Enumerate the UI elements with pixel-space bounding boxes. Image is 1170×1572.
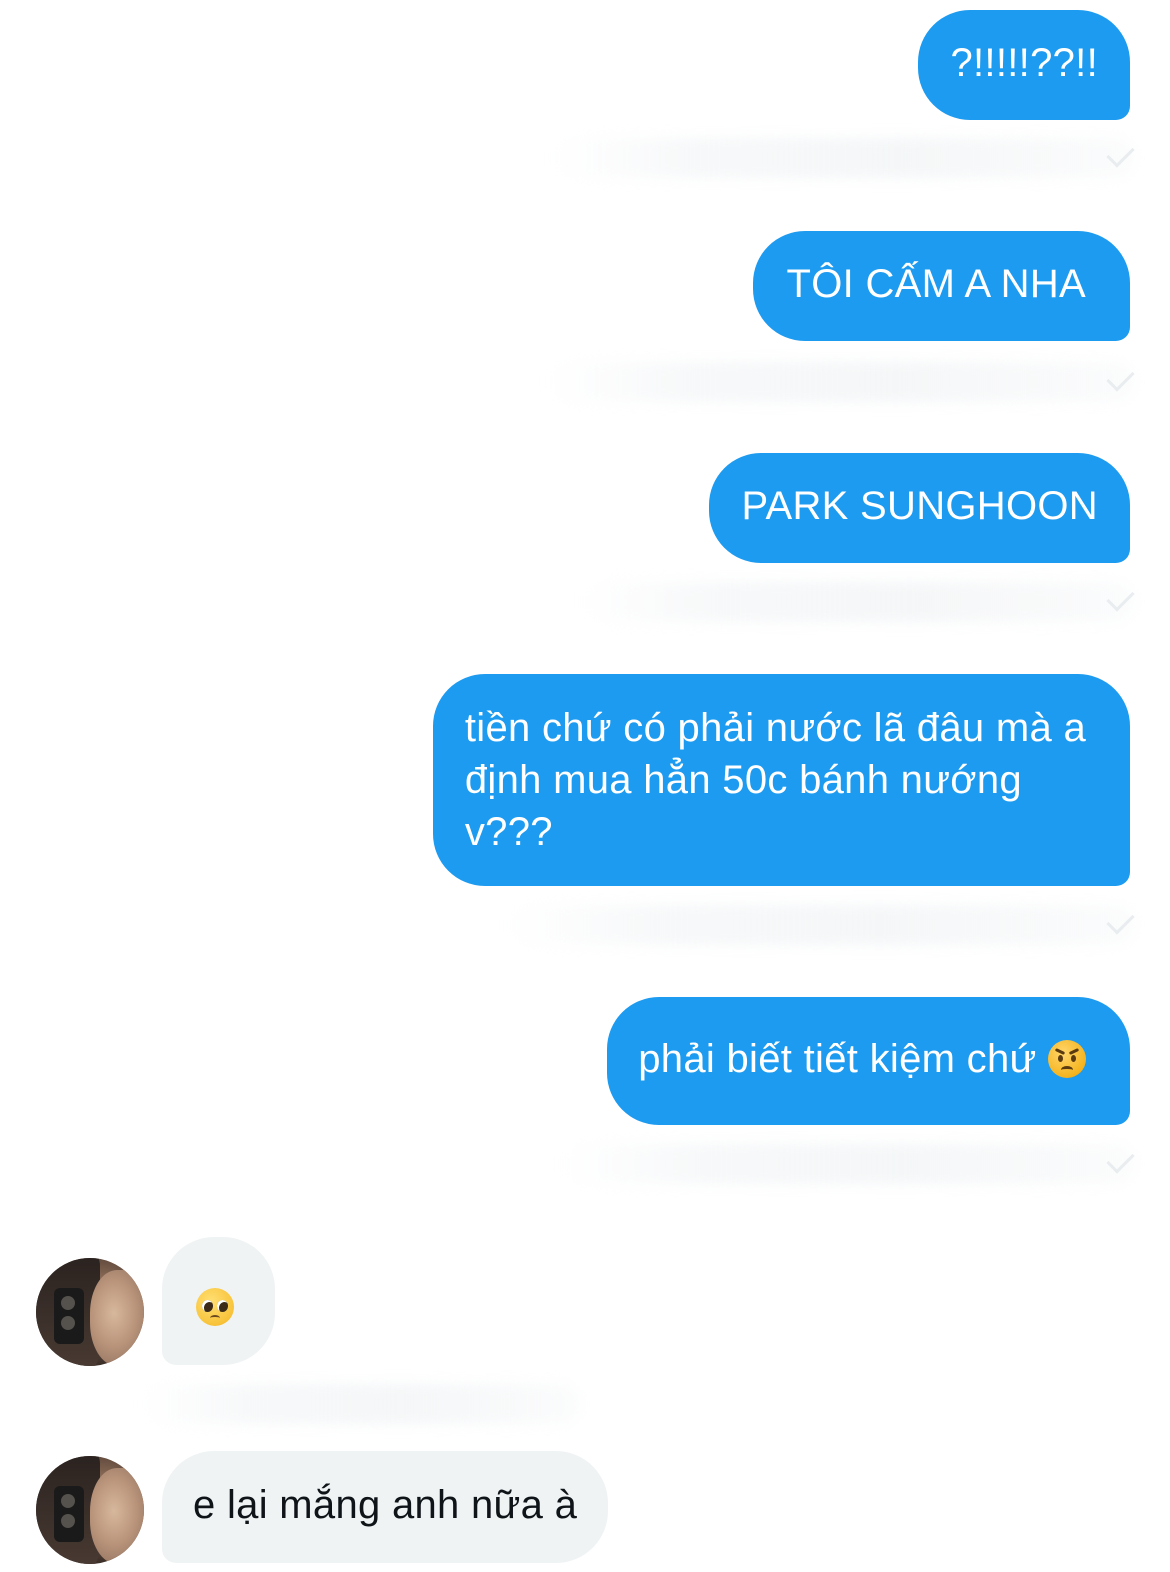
sent-message-bubble[interactable]: ?!!!!!??!! (918, 10, 1130, 120)
message-text: PARK SUNGHOON (741, 484, 1098, 528)
sender-avatar[interactable] (36, 1258, 144, 1366)
message-text: ?!!!!!??!! (950, 41, 1098, 85)
message-timestamp-blurred (140, 1384, 580, 1424)
sent-message-bubble[interactable]: TÔI CẤM A NHA (753, 231, 1130, 341)
received-message-bubble[interactable] (162, 1237, 275, 1365)
message-timestamp-blurred (545, 362, 1135, 402)
message-text: e lại mắng anh nữa à (193, 1483, 578, 1527)
message-timestamp-blurred (550, 138, 1135, 178)
message-text: TÔI CẤM A NHA (786, 262, 1086, 306)
sent-message-bubble[interactable]: tiền chứ có phải nước lã đâu mà a định m… (432, 674, 1130, 886)
angry-face-icon (1048, 1040, 1086, 1078)
message-timestamp-blurred (560, 1144, 1135, 1184)
message-timestamp-blurred (505, 905, 1135, 945)
message-text: phải biết tiết kiệm chứ (638, 1037, 1037, 1081)
received-message-bubble[interactable]: e lại mắng anh nữa à (162, 1451, 609, 1563)
pleading-face-icon (196, 1288, 234, 1326)
sent-message-bubble[interactable]: phải biết tiết kiệm chứ (607, 997, 1130, 1125)
sender-avatar[interactable] (36, 1456, 144, 1564)
message-timestamp-blurred (580, 582, 1135, 622)
sent-message-bubble[interactable]: PARK SUNGHOON (709, 453, 1130, 563)
message-text: tiền chứ có phải nước lã đâu mà a định m… (464, 706, 1086, 854)
